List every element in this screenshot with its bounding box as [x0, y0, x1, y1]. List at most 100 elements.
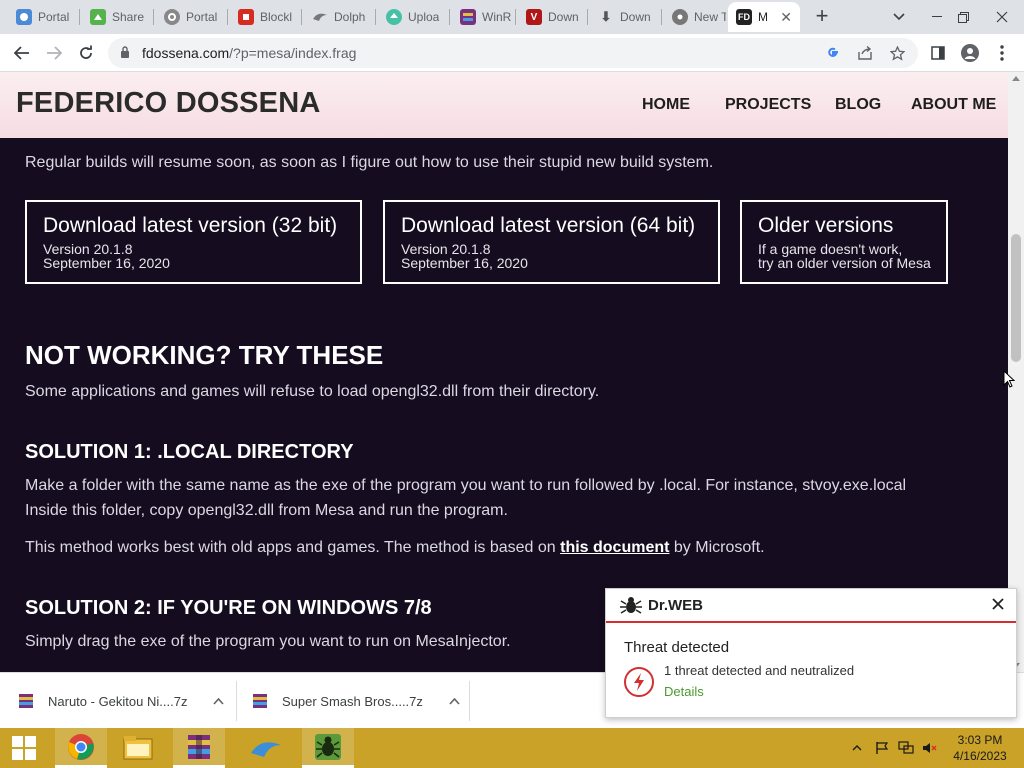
- url-text[interactable]: fdossena.com/?p=mesa/index.frag: [142, 45, 356, 61]
- tab-label: Down: [548, 10, 579, 24]
- new-tab-button[interactable]: +: [810, 5, 834, 29]
- shelf-divider: [236, 681, 237, 721]
- back-button[interactable]: [10, 41, 34, 65]
- chevron-up-icon[interactable]: [213, 694, 225, 708]
- tab-label: Share: [112, 10, 145, 24]
- tab-dolphin[interactable]: Dolph: [304, 2, 374, 32]
- tab-share[interactable]: Share: [82, 2, 152, 32]
- tab-upload[interactable]: Uploa: [378, 2, 448, 32]
- download-filename: Naruto - Gekitou Ni....7z: [48, 693, 188, 709]
- solution1-paragraph: Make a folder with the same name as the …: [25, 477, 907, 494]
- tab-download-1[interactable]: V Down: [518, 2, 586, 32]
- steam-icon: [16, 9, 32, 25]
- drweb-notification[interactable]: Dr.WEB Threat detected 1 threat detected…: [605, 588, 1017, 718]
- show-hidden-icons-chevron-icon[interactable]: [848, 728, 866, 768]
- address-bar[interactable]: fdossena.com/?p=mesa/index.frag: [108, 38, 918, 68]
- close-window-button[interactable]: [982, 0, 1022, 34]
- dolphin-emulator-taskbar-icon[interactable]: [240, 728, 292, 768]
- site-title[interactable]: FEDERICO DOSSENA: [16, 87, 321, 120]
- tab-divider: [227, 9, 228, 25]
- tab-winrar[interactable]: WinR: [452, 2, 514, 32]
- v-icon: V: [526, 9, 542, 25]
- menu-kebab-icon[interactable]: [990, 41, 1014, 65]
- download-item-smash[interactable]: Super Smash Bros.....7z: [252, 673, 460, 729]
- scroll-up-arrow-icon[interactable]: [1012, 76, 1020, 81]
- older-versions-button[interactable]: Older versions If a game doesn't work, t…: [740, 200, 948, 284]
- tab-download-2[interactable]: ⬇ Down: [590, 2, 660, 32]
- threat-title: Threat detected: [624, 639, 730, 656]
- taskbar-clock[interactable]: 3:03 PM 4/16/2023: [944, 732, 1016, 764]
- tab-portal-2[interactable]: Portal: [156, 2, 226, 32]
- bookmark-star-icon[interactable]: [888, 44, 906, 62]
- nav-home[interactable]: HOME: [642, 96, 690, 114]
- download-title: Download latest version (64 bit): [401, 214, 696, 237]
- tab-block[interactable]: Blockl: [230, 2, 300, 32]
- solution1-paragraph-2: Inside this folder, copy opengl32.dll fr…: [25, 502, 508, 519]
- forward-button[interactable]: [42, 41, 66, 65]
- tab-new[interactable]: New T: [664, 2, 726, 32]
- flag-tray-icon[interactable]: [872, 728, 892, 768]
- download-32bit-button[interactable]: Download latest version (32 bit) Version…: [25, 200, 362, 284]
- details-link[interactable]: Details: [664, 684, 704, 699]
- nav-blog[interactable]: BLOG: [835, 96, 881, 114]
- tab-label: Portal: [38, 10, 70, 24]
- tab-divider: [301, 9, 302, 25]
- network-tray-icon[interactable]: [896, 728, 916, 768]
- close-tab-icon[interactable]: ✕: [780, 9, 792, 26]
- tab-label: M: [758, 10, 768, 24]
- tab-search-chevron-icon[interactable]: [882, 0, 916, 34]
- dolphin-icon: [312, 9, 328, 25]
- tab-label: Dolph: [334, 10, 366, 24]
- this-document-link[interactable]: this document: [560, 539, 669, 556]
- scrollbar-thumb[interactable]: [1011, 234, 1021, 362]
- share-page-icon[interactable]: [856, 44, 874, 62]
- side-panel-icon[interactable]: [926, 41, 950, 65]
- chrome-icon: [672, 9, 688, 25]
- clock-time: 3:03 PM: [957, 733, 1003, 747]
- tab-mesa-active[interactable]: FD M ✕: [728, 2, 800, 32]
- windows-taskbar: 3:03 PM 4/16/2023: [0, 728, 1024, 768]
- tab-portal-1[interactable]: Portal: [8, 2, 78, 32]
- download-64bit-button[interactable]: Download latest version (64 bit) Version…: [383, 200, 720, 284]
- solution1-heading: SOLUTION 1: .LOCAL DIRECTORY: [25, 441, 354, 463]
- tab-divider: [375, 9, 376, 25]
- solution2-paragraph: Simply drag the exe of the program you w…: [25, 633, 511, 650]
- shelf-divider: [469, 681, 470, 721]
- file-explorer-taskbar-icon[interactable]: [112, 728, 164, 768]
- tab-divider: [153, 9, 154, 25]
- solution1-note: This method works best with old apps and…: [25, 539, 765, 557]
- lock-icon[interactable]: [120, 46, 130, 58]
- download-hint: If a game doesn't work,: [758, 241, 903, 257]
- winrar-archive-icon: [253, 694, 267, 708]
- tab-label: Uploa: [408, 10, 440, 24]
- nav-projects[interactable]: PROJECTS: [725, 96, 811, 114]
- windows-start-button[interactable]: [0, 728, 48, 768]
- profile-avatar-icon[interactable]: [958, 41, 982, 65]
- google-lens-icon[interactable]: [824, 44, 842, 62]
- restore-button[interactable]: [946, 0, 980, 34]
- chevron-up-icon[interactable]: [449, 694, 460, 708]
- drweb-taskbar-icon[interactable]: [302, 728, 354, 768]
- mouse-cursor-icon: [1003, 370, 1015, 388]
- solution2-heading: SOLUTION 2: IF YOU'RE ON WINDOWS 7/8: [25, 597, 432, 619]
- tab-divider: [515, 9, 516, 25]
- tab-label: New T: [694, 10, 726, 24]
- upload-icon: [386, 9, 402, 25]
- reload-button[interactable]: [74, 41, 98, 65]
- drweb-spider-icon: [620, 597, 642, 614]
- winrar-taskbar-icon[interactable]: [173, 728, 225, 768]
- tab-divider: [587, 9, 588, 25]
- fd-icon: FD: [736, 9, 752, 25]
- not-working-heading: NOT WORKING? TRY THESE: [25, 340, 384, 370]
- download-item-naruto[interactable]: Naruto - Gekitou Ni....7z: [18, 673, 225, 729]
- download-hint-2: try an older version of Mesa: [758, 255, 931, 271]
- close-notification-button[interactable]: [988, 595, 1008, 615]
- portal-icon: [164, 9, 180, 25]
- volume-muted-icon[interactable]: [920, 728, 940, 768]
- download-version: Version 20.1.8: [43, 241, 133, 257]
- chrome-taskbar-icon[interactable]: [55, 728, 107, 768]
- tab-label: Blockl: [260, 10, 293, 24]
- url-path: /?p=mesa/index.frag: [229, 45, 357, 61]
- url-domain: fdossena.com: [142, 45, 230, 61]
- nav-about-me[interactable]: ABOUT ME: [911, 96, 996, 114]
